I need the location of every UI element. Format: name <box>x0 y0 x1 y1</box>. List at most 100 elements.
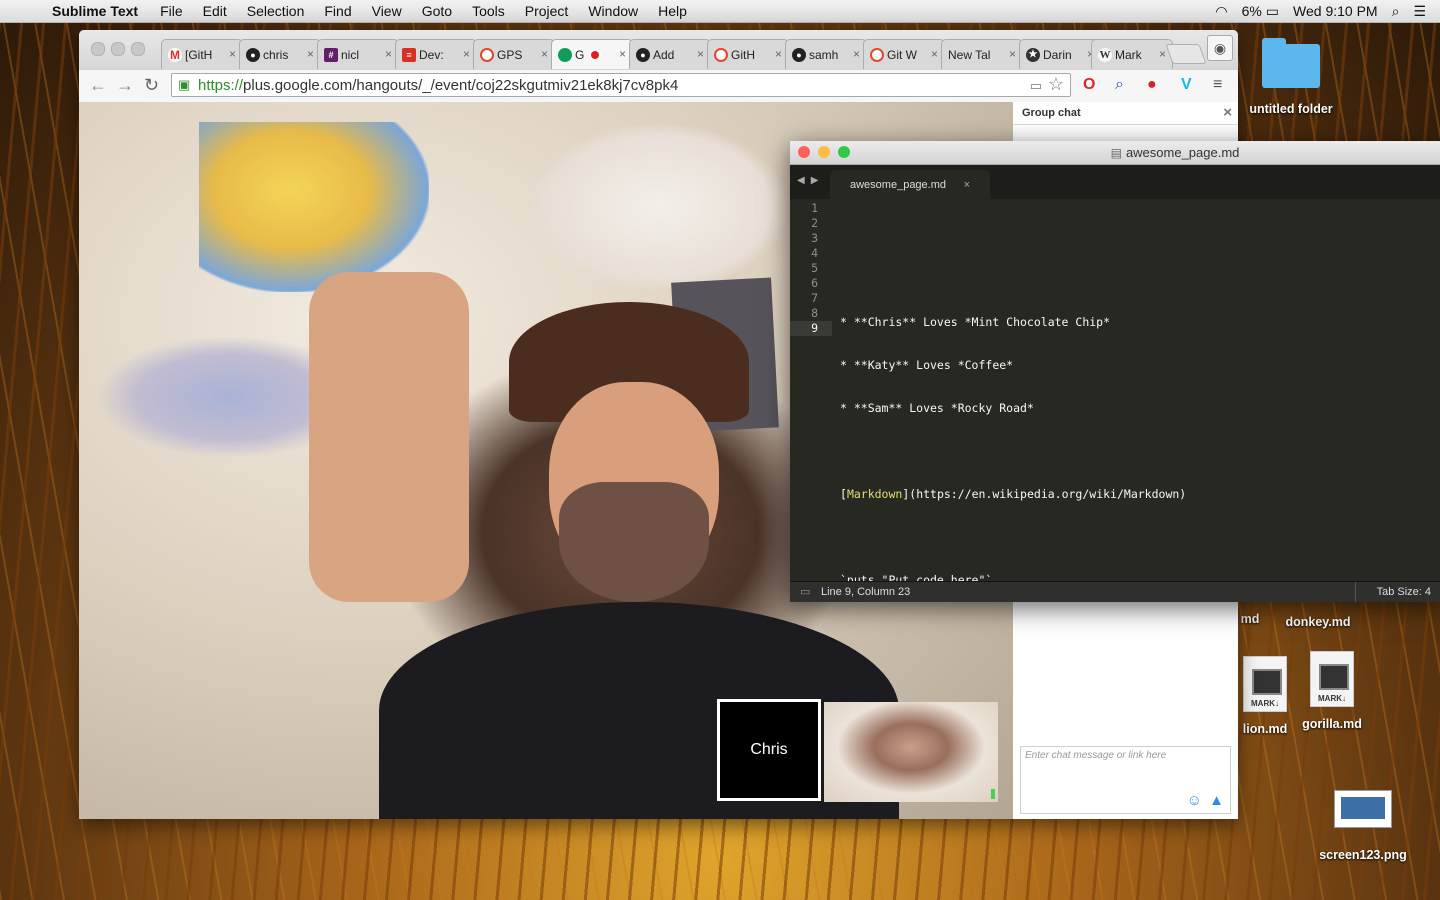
chat-input[interactable]: Enter chat message or link here ☺ ▲ <box>1020 746 1231 814</box>
file-label: gorilla.md <box>1302 717 1362 731</box>
close-tab-icon[interactable]: × <box>1159 47 1166 61</box>
close-tab-icon[interactable]: × <box>775 47 782 61</box>
close-tab-icon[interactable]: × <box>463 47 470 61</box>
browser-tab[interactable]: ★ Darin× <box>1019 39 1101 69</box>
line-number: 8 <box>811 306 818 320</box>
file-label: screen123.png <box>1319 848 1407 862</box>
vimeo-icon[interactable]: V <box>1181 76 1192 94</box>
menu-edit[interactable]: Edit <box>203 3 227 19</box>
browser-tab[interactable]: GitH × <box>707 39 789 69</box>
menu-icon[interactable]: ≡ <box>1213 76 1222 94</box>
close-tab-icon[interactable]: × <box>541 47 548 61</box>
code-line[interactable] <box>840 272 1186 287</box>
zoom-window-button[interactable] <box>131 42 145 56</box>
chat-title: Group chat <box>1022 107 1081 119</box>
code-line[interactable] <box>840 530 1186 545</box>
desktop-file-lion[interactable]: MARK↓ lion.md <box>1238 656 1292 736</box>
participant-thumbnail[interactable]: Chris <box>717 699 821 801</box>
menu-tools[interactable]: Tools <box>472 3 505 19</box>
browser-tab[interactable]: M [GitH × <box>161 39 243 69</box>
browser-tab[interactable]: GPS × <box>473 39 555 69</box>
lock-icon: ▣ <box>178 77 191 92</box>
close-tab-icon[interactable]: × <box>853 47 860 61</box>
close-tab-icon[interactable]: × <box>964 179 970 191</box>
menu-find[interactable]: Find <box>324 3 351 19</box>
close-tab-icon[interactable]: × <box>931 47 938 61</box>
editor-tab[interactable]: awesome_page.md × <box>830 170 990 199</box>
tab-size-selector[interactable]: Tab Size: 4 <box>1377 586 1431 598</box>
browser-tab[interactable]: W Mark × <box>1091 39 1173 69</box>
menu-help[interactable]: Help <box>658 3 687 19</box>
github-icon: ● <box>246 47 260 62</box>
browser-tab[interactable]: Git W × <box>863 39 945 69</box>
close-tab-icon[interactable]: × <box>1009 47 1016 61</box>
code-line[interactable] <box>840 444 1186 459</box>
forward-icon[interactable]: → <box>116 75 134 96</box>
search-extension-icon[interactable]: ⌕ <box>1115 76 1124 94</box>
browser-tab-active[interactable]: G × <box>551 39 633 69</box>
minimize-window-button[interactable] <box>111 42 125 56</box>
address-bar[interactable]: ▣ https://plus.google.com/hangouts/_/eve… <box>171 73 1071 97</box>
close-tab-icon[interactable]: × <box>697 47 704 61</box>
battery-percent[interactable]: 6% <box>1242 3 1262 19</box>
wifi-icon[interactable]: ◠ <box>1215 3 1227 20</box>
close-tab-icon[interactable]: × <box>385 47 392 61</box>
tab-nav-arrows-icon[interactable]: ◀▶ <box>797 175 824 186</box>
bookmark-star-icon[interactable]: ☆ <box>1048 74 1064 95</box>
menu-window[interactable]: Window <box>588 3 638 19</box>
menu-goto[interactable]: Goto <box>422 3 452 19</box>
drive-share-icon[interactable]: ▲ <box>1209 792 1224 809</box>
spotlight-icon[interactable]: ⌕ <box>1392 3 1400 20</box>
menu-selection[interactable]: Selection <box>247 3 305 19</box>
wall-artwork <box>199 122 429 292</box>
code-line[interactable] <box>840 229 1186 244</box>
opera-icon[interactable]: O <box>1083 76 1095 94</box>
code-line-link[interactable]: [Markdown](https://en.wikipedia.org/wiki… <box>840 487 1186 502</box>
line-number: 2 <box>811 216 818 230</box>
cursor-position: Line 9, Column 23 <box>821 586 911 598</box>
self-view-thumbnail[interactable] <box>824 702 998 802</box>
editor-tab-bar: ◀▶ awesome_page.md × <box>790 165 1440 199</box>
browser-tab[interactable]: # nicl × <box>317 39 399 69</box>
close-tab-icon[interactable]: × <box>229 47 236 61</box>
back-icon[interactable]: ← <box>89 75 107 96</box>
clock[interactable]: Wed 9:10 PM <box>1293 3 1378 19</box>
editor-text-area[interactable]: * **Chris** Loves *Mint Chocolate Chip* … <box>840 201 1186 616</box>
panel-toggle-icon[interactable]: ▭ <box>800 585 810 598</box>
app-name-menu[interactable]: Sublime Text <box>52 3 138 19</box>
browser-tab[interactable]: New Tal × <box>941 39 1023 69</box>
code-line[interactable]: * **Chris** Loves *Mint Chocolate Chip* <box>840 315 1186 330</box>
code-line[interactable]: * **Sam** Loves *Rocky Road* <box>840 401 1186 416</box>
profile-icon[interactable]: ◉ <box>1207 35 1233 61</box>
menu-bar: Sublime Text File Edit Selection Find Vi… <box>0 0 1440 23</box>
notification-center-icon[interactable]: ☰ <box>1413 3 1426 20</box>
browser-tab[interactable]: ≡ Dev: × <box>395 39 477 69</box>
browser-tab[interactable]: ● Add × <box>629 39 711 69</box>
desktop-file-screenshot[interactable]: screen123.png <box>1314 790 1412 862</box>
url-text[interactable]: https://plus.google.com/hangouts/_/event… <box>198 77 678 94</box>
battery-icon[interactable]: ▭ <box>1266 3 1279 20</box>
camera-icon[interactable]: ▭ <box>1030 78 1042 94</box>
close-tab-icon[interactable]: × <box>307 47 314 61</box>
tomato-icon[interactable]: ● <box>1147 76 1157 94</box>
github-icon: ● <box>636 47 650 62</box>
close-icon[interactable]: × <box>1223 104 1232 121</box>
menu-view[interactable]: View <box>372 3 402 19</box>
line-number: 4 <box>811 246 818 260</box>
image-file-icon <box>1334 790 1392 828</box>
desktop-folder[interactable]: untitled folder <box>1248 38 1334 116</box>
menu-project[interactable]: Project <box>525 3 569 19</box>
emoji-icon[interactable]: ☺ <box>1187 792 1202 809</box>
new-tab-button[interactable] <box>1165 44 1207 64</box>
code-line[interactable]: * **Katy** Loves *Coffee* <box>840 358 1186 373</box>
browser-tab[interactable]: ● samh × <box>785 39 867 69</box>
desktop-file-donkey[interactable]: donkey.md <box>1282 615 1354 629</box>
browser-tab[interactable]: ● chris × <box>239 39 321 69</box>
menu-file[interactable]: File <box>160 3 183 19</box>
close-tab-icon[interactable]: × <box>619 47 626 61</box>
close-window-button[interactable] <box>91 42 105 56</box>
window-title: ▤ awesome_page.md <box>1110 145 1240 160</box>
chat-header: Group chat × <box>1013 102 1238 125</box>
desktop-file-gorilla[interactable]: MARK↓ gorilla.md <box>1300 651 1364 731</box>
reload-icon[interactable]: ↻ <box>144 75 159 96</box>
